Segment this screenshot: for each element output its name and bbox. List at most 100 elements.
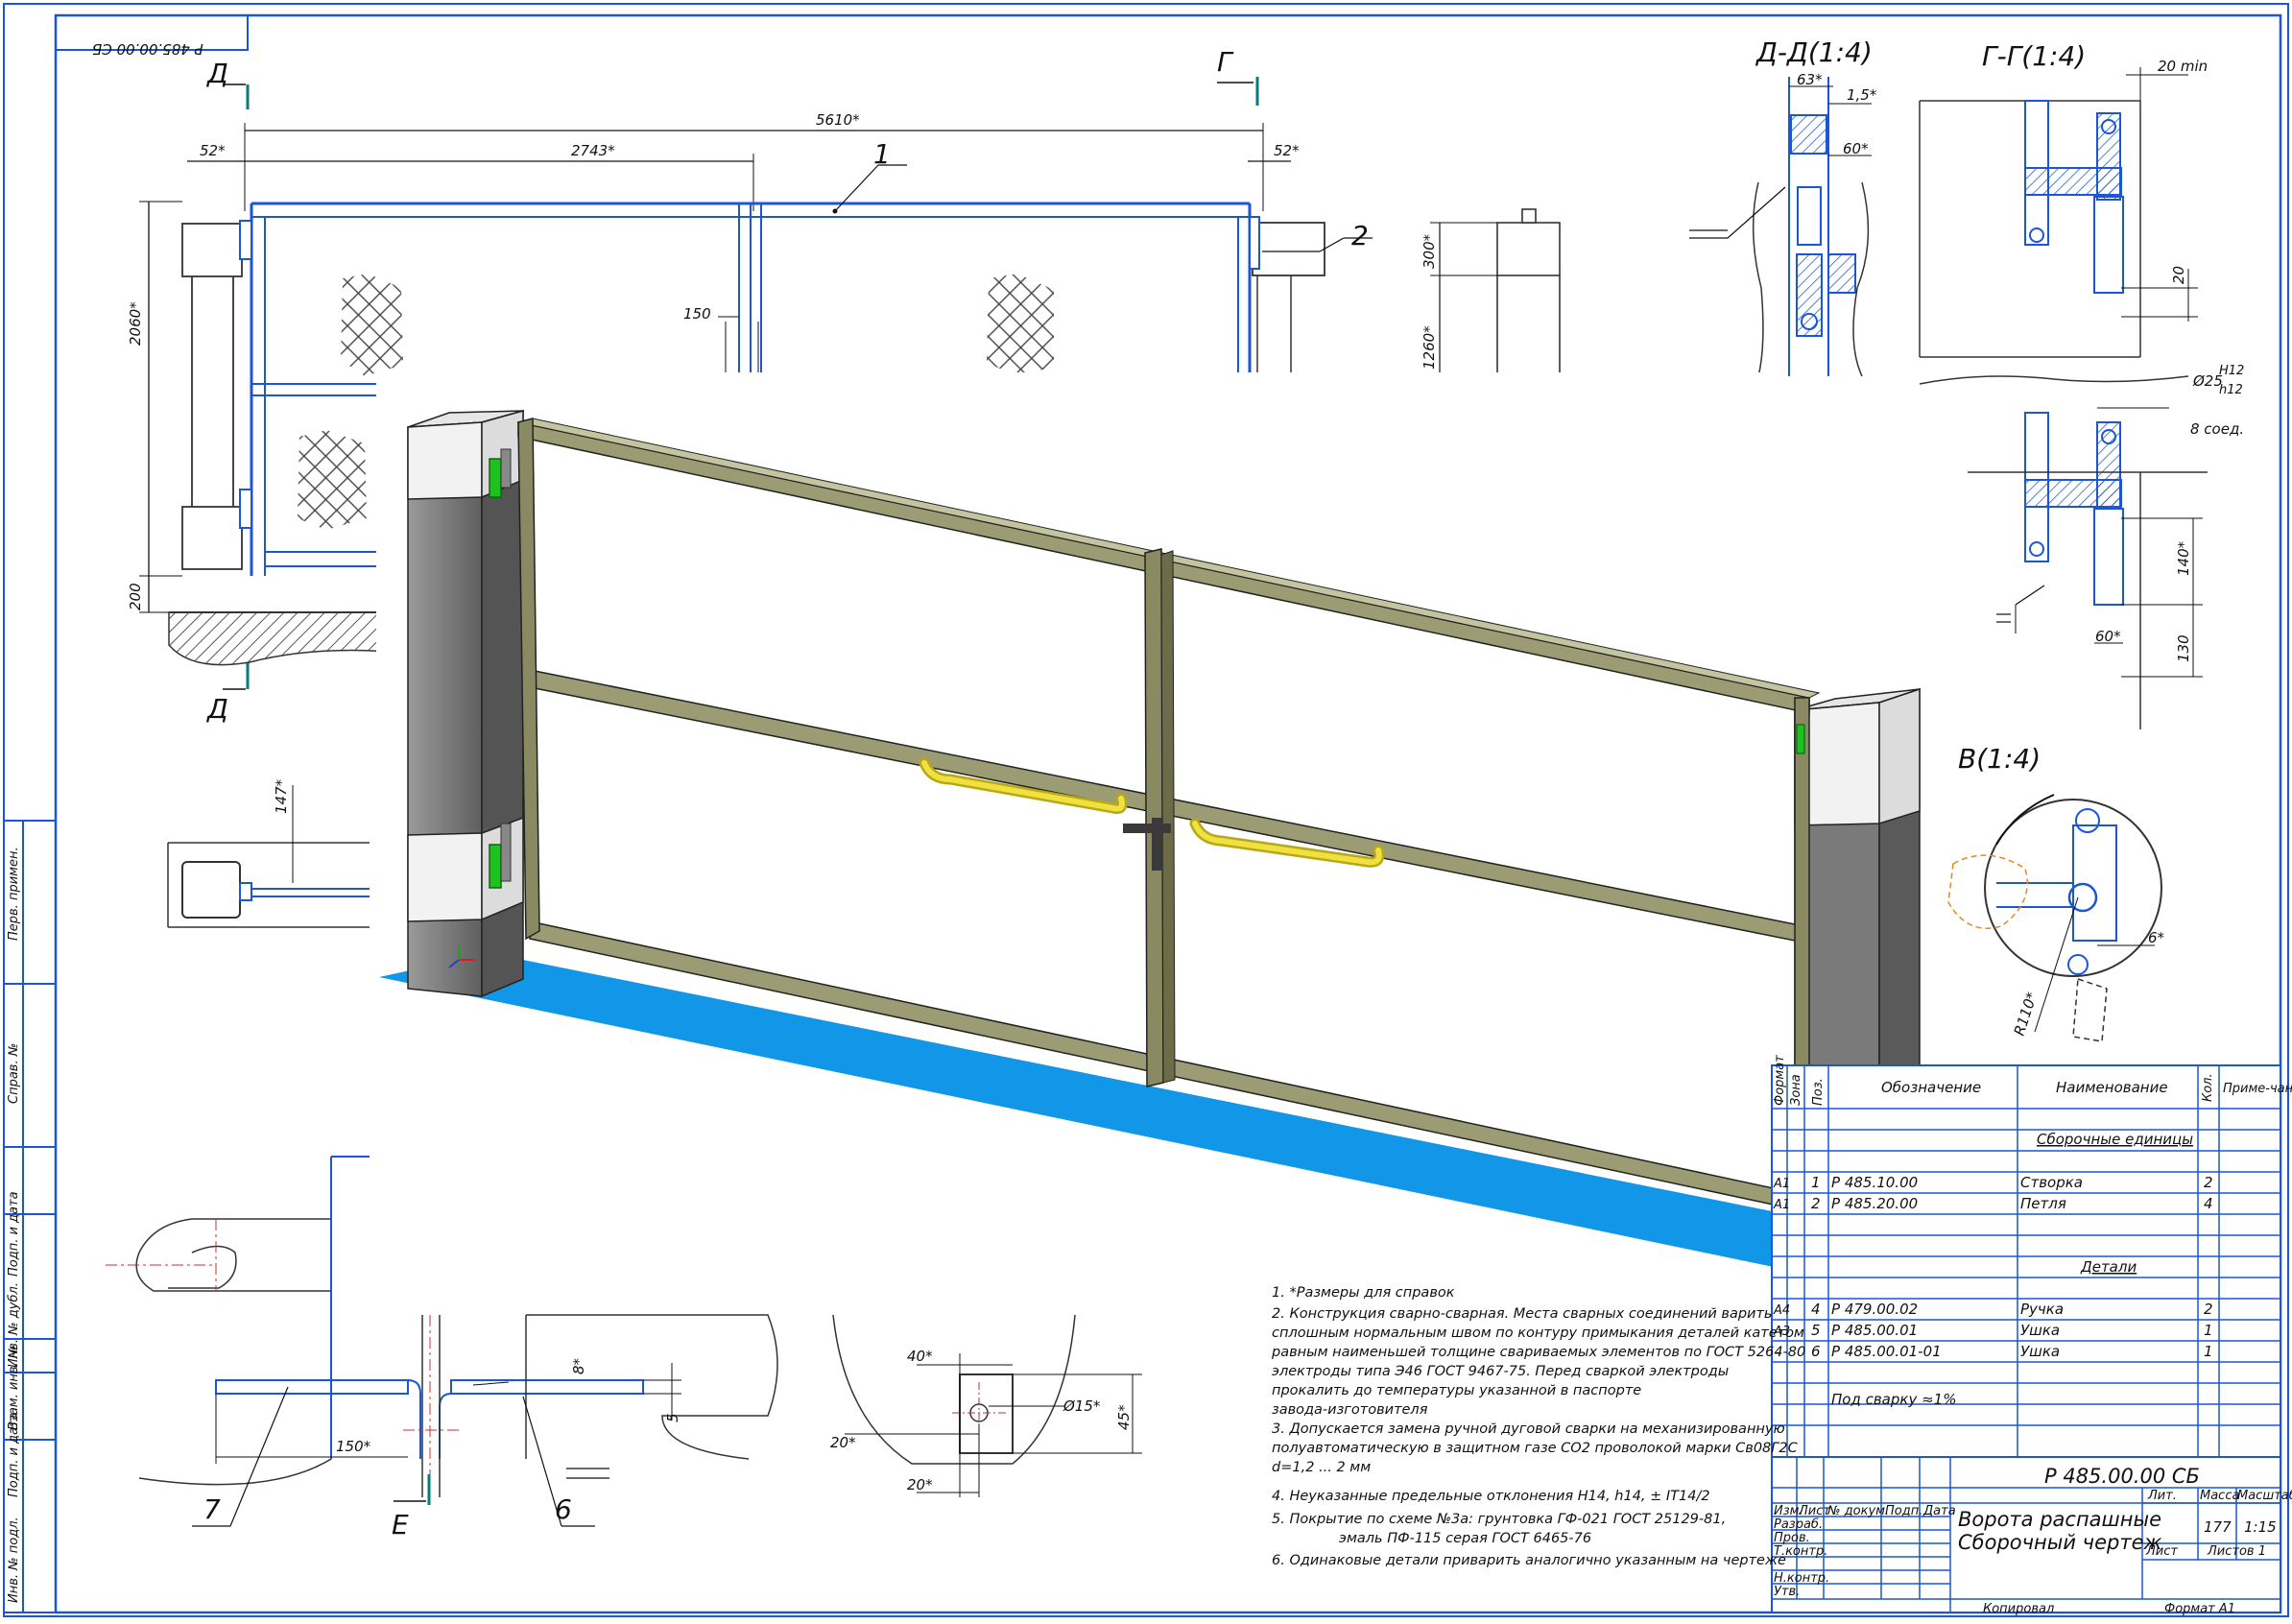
spec-row-pos: 5 bbox=[1811, 1322, 1821, 1339]
spec-row-code: Р 485.10.00 bbox=[1831, 1174, 1918, 1191]
section-letter-e: Е bbox=[392, 1509, 409, 1540]
spec-row-fmt: А1 bbox=[1773, 1198, 1790, 1212]
title-scale: Масштаб bbox=[2237, 1489, 2292, 1503]
note-line: 5. Покрытие по схеме №3а: грунтовка ГФ-0… bbox=[1272, 1512, 1726, 1527]
note-line: 6. Одинаковые детали приварить аналогичн… bbox=[1272, 1553, 1786, 1568]
section-g-title: Г-Г(1:4) bbox=[1982, 40, 2086, 72]
detail-fixing-labels: 147* bbox=[273, 778, 290, 814]
section-d-title: Д-Д(1:4) bbox=[1755, 36, 1873, 68]
note-line: равным наименьшей толщине свариваемых эл… bbox=[1271, 1345, 1805, 1360]
isometric-view bbox=[376, 372, 1929, 1281]
dim-fit-upper: H12 bbox=[2219, 364, 2244, 378]
tb-row: № докум. bbox=[1826, 1504, 1889, 1518]
dim-147: 147* bbox=[273, 778, 290, 814]
section-letter-g: Г bbox=[1217, 46, 1234, 78]
assembly-drawing: Р 485.00.00 СБ Перв. примен. Справ. № По… bbox=[3, 3, 2292, 1617]
callout-6: 6 bbox=[555, 1493, 572, 1525]
note-line: 3. Допускается замена ручной дуговой сва… bbox=[1272, 1421, 1785, 1437]
spec-row-name: Петля bbox=[2020, 1195, 2066, 1212]
title-name-1: Ворота распашные bbox=[1958, 1508, 2161, 1531]
spec-header-qty: Кол. bbox=[2201, 1073, 2215, 1102]
spec-row-fmt: А1 bbox=[1773, 1177, 1790, 1191]
title-lit: Лит. bbox=[2147, 1489, 2177, 1503]
tb-row: Н.контр. bbox=[1774, 1571, 1829, 1586]
dim-150e: 150* bbox=[336, 1438, 371, 1455]
title-copied: Копировал bbox=[1983, 1602, 2054, 1616]
note-line: электроды типа Э46 ГОСТ 9467-75. Перед с… bbox=[1272, 1364, 1729, 1379]
spec-row-name: Ручка bbox=[2020, 1301, 2064, 1318]
spec-row-code: Р 485.00.01 bbox=[1831, 1322, 1918, 1339]
dim-60g: 60* bbox=[2095, 628, 2121, 645]
note-line: 1. *Размеры для справок bbox=[1272, 1285, 1455, 1301]
title-mass: Масса bbox=[2200, 1489, 2239, 1503]
tb-row: Утв. bbox=[1774, 1585, 1800, 1599]
spec-row-pos: 6 bbox=[1811, 1343, 1821, 1360]
spec-header-name: Наименование bbox=[2056, 1079, 2168, 1096]
spec-row-code: Р 485.00.01-01 bbox=[1831, 1343, 1942, 1360]
section-letter-d: Д bbox=[205, 58, 228, 89]
spec-row-pos: 1 bbox=[1811, 1174, 1821, 1191]
spec-weld: Под сварку ≈1% bbox=[1831, 1391, 1956, 1408]
stamp-code: Р 485.00.00 СБ bbox=[92, 40, 203, 58]
dim-140: 140* bbox=[2175, 540, 2192, 576]
dim-20b: 20* bbox=[907, 1476, 933, 1493]
title-sheets: Листов 1 bbox=[2207, 1544, 2266, 1559]
detail-e-labels: 150* 8* 5 6 7 Е bbox=[203, 1357, 681, 1540]
spec-row-fmt: А4 bbox=[1773, 1303, 1790, 1318]
note-line: 4. Неуказанные предельные отклонения H14… bbox=[1272, 1489, 1710, 1504]
spec-table: Формат Зона Поз. Обозначение Наименовани… bbox=[1771, 1055, 2292, 1458]
spec-row-name: Ушка bbox=[2020, 1322, 2060, 1339]
spec-group-assemblies: Сборочные единицы bbox=[2037, 1131, 2193, 1148]
title-sheet: Лист bbox=[2145, 1544, 2178, 1559]
spec-row-qty: 1 bbox=[2204, 1322, 2213, 1339]
note-line: прокалить до температуры указанной в пас… bbox=[1272, 1383, 1641, 1398]
spec-row-qty: 1 bbox=[2204, 1343, 2213, 1360]
dim-6: 6* bbox=[2148, 929, 2165, 946]
callout-7: 7 bbox=[203, 1493, 221, 1525]
tb-row: Подп. bbox=[1885, 1504, 1922, 1518]
title-format: Формат А1 bbox=[2164, 1602, 2235, 1616]
dim-300: 300* bbox=[1421, 233, 1438, 269]
detail-v-labels: В(1:4) 6* R110* bbox=[1958, 743, 2165, 1038]
note-line: 2. Конструкция сварно-сварная. Места сва… bbox=[1272, 1306, 1772, 1322]
detail-fixing bbox=[167, 785, 370, 928]
dim-1260: 1260* bbox=[1421, 325, 1438, 370]
spec-header-format: Формат bbox=[1773, 1055, 1787, 1106]
title-scale-value: 1:15 bbox=[2244, 1518, 2277, 1536]
title-name-2: Сборочный чертеж bbox=[1958, 1531, 2161, 1554]
section-letter-d: Д bbox=[205, 693, 228, 725]
spec-row-name: Створка bbox=[2020, 1174, 2083, 1191]
dim-d15: Ø15* bbox=[1062, 1397, 1101, 1415]
dim-20min: 20 min bbox=[2158, 58, 2208, 75]
title-mass-value: 177 bbox=[2204, 1518, 2232, 1536]
dim-side-right: 52* bbox=[1274, 142, 1300, 159]
section-d-d bbox=[1689, 77, 1872, 377]
post-side-labels: 300* 1260* bbox=[1421, 233, 1438, 370]
dim-base: 200 bbox=[127, 583, 144, 610]
spec-row-pos: 2 bbox=[1811, 1195, 1821, 1212]
drawing-sheet: Р 485.00.00 СБ Перв. примен. Справ. № По… bbox=[0, 0, 2292, 1620]
dim-side-left: 52* bbox=[200, 142, 226, 159]
strip-label: Перв. примен. bbox=[7, 847, 21, 941]
dim-40: 40* bbox=[907, 1348, 933, 1365]
dim-20: 20 bbox=[2170, 266, 2187, 284]
dim-1-5: 1,5* bbox=[1847, 86, 1877, 104]
dim-leaf: 2743* bbox=[571, 142, 615, 159]
note-line: полуавтоматическую в защитном газе CO2 п… bbox=[1272, 1441, 1799, 1456]
section-g-g bbox=[1919, 67, 2208, 729]
dim-r110: R110* bbox=[2011, 990, 2041, 1038]
tb-row: Дата bbox=[1922, 1504, 1956, 1518]
dim-8: 8* bbox=[570, 1357, 587, 1374]
spec-header-code: Обозначение bbox=[1881, 1079, 1981, 1096]
spec-row-qty: 2 bbox=[2204, 1301, 2213, 1318]
spec-row-code: Р 485.20.00 bbox=[1831, 1195, 1918, 1212]
dim-fit-lower: h12 bbox=[2219, 383, 2243, 397]
post-side-view bbox=[1430, 208, 1561, 376]
detail-v bbox=[1947, 794, 2162, 1042]
note-line: сплошным нормальным швом по контуру прим… bbox=[1272, 1325, 1804, 1341]
spec-row-qty: 4 bbox=[2204, 1195, 2213, 1212]
spec-header-zone: Зона bbox=[1789, 1074, 1803, 1106]
dim-130: 130 bbox=[2175, 634, 2192, 662]
dim-63: 63* bbox=[1797, 71, 1823, 88]
spec-header-pos: Поз. bbox=[1811, 1078, 1826, 1106]
